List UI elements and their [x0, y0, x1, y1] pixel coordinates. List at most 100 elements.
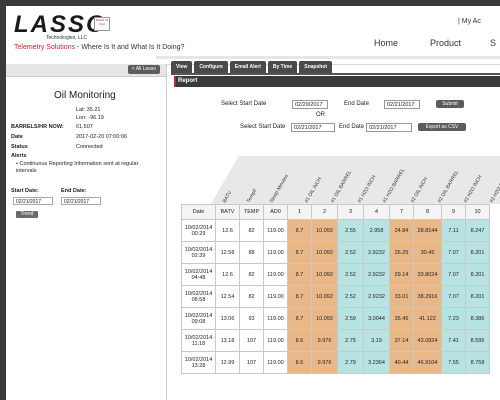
table-cell: 119.00 [263, 285, 288, 308]
table-row: 10/02/2014 06:58 12.54 82 119.00 8.7 10.092 2.… [181, 285, 490, 308]
tagline-brand: Telemetry Solutions [14, 44, 76, 51]
tab-configure[interactable]: Configure [194, 61, 228, 73]
table-cell: 3.19 [363, 329, 390, 352]
all-lasso-button[interactable]: < All Lasso [127, 65, 160, 74]
table-row: 10/02/2014 02:39 12.58 88 119.00 8.7 10.092 2.… [181, 241, 490, 264]
table-row: 10/02/2014 09:08 13.06 93 119.00 8.7 10.092 2.… [181, 307, 490, 330]
my-account-link[interactable]: | My Ac [458, 18, 481, 25]
end-date-select-label: End Date [344, 101, 370, 107]
table-cell: 10/02/2014 06:58 [181, 285, 216, 308]
or-label: OR [316, 112, 325, 118]
table-cell: 9.976 [311, 351, 338, 374]
end-date-select-label-2: End Date [339, 124, 365, 130]
report-start-date-input[interactable]: 02/20/2017 [292, 100, 328, 109]
made-in-usa-flag-icon: MADE IN USA [94, 17, 110, 31]
table-cell: 8.6 [287, 351, 312, 374]
table-cell: 2.9232 [363, 285, 390, 308]
table-cell: 2.55 [337, 219, 364, 242]
table-cell: 13.18 [215, 329, 240, 352]
end-date-field[interactable]: 02/21/2017 [61, 197, 101, 205]
start-date-label: Start Date: [11, 188, 39, 194]
tab-email-alert[interactable]: Email Alert [229, 61, 266, 73]
table-cell: 8.758 [465, 351, 490, 374]
report-start-date-input-2[interactable]: 02/21/2017 [291, 123, 335, 132]
table-cell: 8.7 [287, 263, 312, 286]
submit-button[interactable]: Submit [436, 100, 464, 108]
table-cell: 24.84 [389, 219, 414, 242]
column-header[interactable]: 10 [465, 204, 490, 220]
tagline-text: - Where Is It and What Is It Doing? [75, 44, 185, 51]
table-cell: 7.07 [441, 263, 466, 286]
column-header[interactable]: BATV [215, 204, 240, 220]
nav-underline [156, 56, 500, 59]
table-cell: 2.52 [337, 241, 364, 264]
column-header[interactable]: 2 [311, 204, 338, 220]
nav-home[interactable]: Home [374, 38, 398, 48]
table-cell: 8.201 [465, 285, 490, 308]
app-window: LASSO Technologies, LLC MADE IN USA Tele… [0, 0, 500, 400]
table-cell: 8.6 [287, 329, 312, 352]
table-cell: 2.75 [337, 329, 364, 352]
table-cell: 119.00 [263, 307, 288, 330]
export-csv-button[interactable]: Export as CSV [418, 123, 466, 131]
column-header[interactable]: 3 [337, 204, 364, 220]
column-header[interactable]: Date [181, 204, 216, 220]
start-date-select-label-2: Select Start Date [240, 124, 286, 130]
table-cell: 35.45 [389, 307, 414, 330]
report-end-date-input-2[interactable]: 02/21/2017 [366, 123, 412, 132]
tab-view[interactable]: View [171, 61, 193, 73]
table-cell: 9.976 [311, 329, 338, 352]
column-header[interactable]: 7 [389, 204, 414, 220]
start-date-field[interactable]: 02/21/2017 [13, 197, 53, 205]
site-header: LASSO Technologies, LLC MADE IN USA Tele… [6, 6, 500, 65]
table-cell: 33.8024 [413, 263, 442, 286]
table-cell: 8.386 [465, 307, 490, 330]
table-row: 10/02/2014 13:28 12.99 107 119.00 8.6 9.976 2.… [181, 351, 490, 374]
tab-underline [171, 73, 500, 75]
table-cell: 30.45 [413, 241, 442, 264]
table-cell: 38.2916 [413, 285, 442, 308]
table-cell: 8.7 [287, 219, 312, 242]
column-header[interactable]: 8 [413, 204, 442, 220]
tab-snapshot[interactable]: Snapshot [299, 61, 333, 73]
nav-product[interactable]: Product [430, 38, 461, 48]
table-cell: 8.247 [465, 219, 490, 242]
table-cell: 12.6 [215, 263, 240, 286]
barrels-label: BARRELS/HR NOW: [11, 124, 64, 130]
table-cell: 10/02/2014 13:28 [181, 351, 216, 374]
tab-by-time[interactable]: By Time [267, 61, 298, 73]
table-cell: 7.07 [441, 285, 466, 308]
nav-support[interactable]: S [490, 38, 496, 48]
all-lasso-bar: < All Lasso [6, 64, 166, 77]
column-header[interactable]: 9 [441, 204, 466, 220]
table-cell: 82 [239, 263, 264, 286]
table-cell: 10.092 [311, 307, 338, 330]
table-cell: 2.52 [337, 285, 364, 308]
table-cell: 10/02/2014 02:39 [181, 241, 216, 264]
table-cell: 10.092 [311, 219, 338, 242]
table-cell: 41.122 [413, 307, 442, 330]
column-header[interactable]: TEMP [239, 204, 264, 220]
table-cell: 10/02/2014 04:48 [181, 263, 216, 286]
table-cell: 93 [239, 307, 264, 330]
table-cell: 12.58 [215, 241, 240, 264]
column-header[interactable]: 4 [363, 204, 390, 220]
end-date-label: End Date: [61, 188, 87, 194]
table-cell: 119.00 [263, 329, 288, 352]
table-cell: 10.092 [311, 263, 338, 286]
table-row: 10/02/2014 04:48 12.6 82 119.00 8.7 10.092 2.5… [181, 263, 490, 286]
table-cell: 2.958 [363, 219, 390, 242]
table-cell: 3.2364 [363, 351, 390, 374]
table-row: 10/02/2014 00:29 12.6 82 119.00 8.7 10.092 2.5… [181, 219, 490, 242]
longitude: Lon: -96.19 [76, 115, 104, 121]
column-header[interactable]: AD0 [263, 204, 288, 220]
table-cell: 28.8144 [413, 219, 442, 242]
alerts-label: Alerts [11, 153, 27, 159]
table-cell: 26.25 [389, 241, 414, 264]
column-header[interactable]: 1 [287, 204, 312, 220]
logo-subtitle: Technologies, LLC [46, 35, 88, 41]
start-date-select-label: Select Start Date [221, 101, 267, 107]
trend-button[interactable]: Trend [16, 211, 38, 218]
report-end-date-input[interactable]: 02/21/2017 [384, 100, 420, 109]
table-cell: 119.00 [263, 219, 288, 242]
